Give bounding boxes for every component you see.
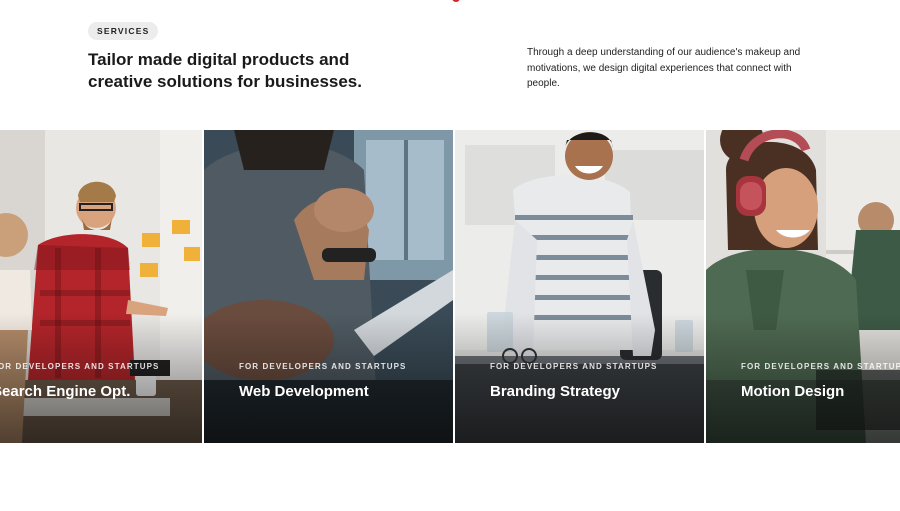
service-card-web-development[interactable]: FOR DEVELOPERS AND STARTUPS Web Developm… — [204, 130, 453, 443]
top-accent-marker — [452, 0, 460, 2]
branding-card-title: Branding Strategy — [490, 383, 621, 400]
seo-card-eyebrow: FOR DEVELOPERS AND STARTUPS — [0, 362, 160, 371]
motion-card-title: Motion Design — [741, 383, 845, 400]
motion-card-eyebrow: FOR DEVELOPERS AND STARTUPS — [741, 362, 900, 371]
service-card-branding-strategy[interactable]: FOR DEVELOPERS AND STARTUPS Branding Str… — [455, 130, 704, 443]
services-carousel[interactable]: FOR DEVELOPERS AND STARTUPS Search Engin… — [0, 130, 900, 443]
service-card-seo[interactable]: FOR DEVELOPERS AND STARTUPS Search Engin… — [0, 130, 202, 443]
motion-card-shade — [706, 313, 900, 443]
section-intro: Through a deep understanding of our audi… — [527, 47, 801, 89]
service-card-motion-design[interactable]: FOR DEVELOPERS AND STARTUPS Motion Desig… — [706, 130, 900, 443]
web-dev-card-title: Web Development — [239, 383, 369, 400]
branding-card-shade — [455, 313, 704, 443]
seo-card-shade — [0, 313, 202, 443]
seo-card-title: Search Engine Opt. — [0, 383, 131, 400]
section-badge: SERVICES — [88, 22, 159, 40]
branding-card-eyebrow: FOR DEVELOPERS AND STARTUPS — [490, 362, 658, 371]
section-headline: Tailor made digital products and creativ… — [88, 50, 362, 91]
web-dev-card-shade — [204, 313, 453, 443]
web-dev-card-eyebrow: FOR DEVELOPERS AND STARTUPS — [239, 362, 407, 371]
